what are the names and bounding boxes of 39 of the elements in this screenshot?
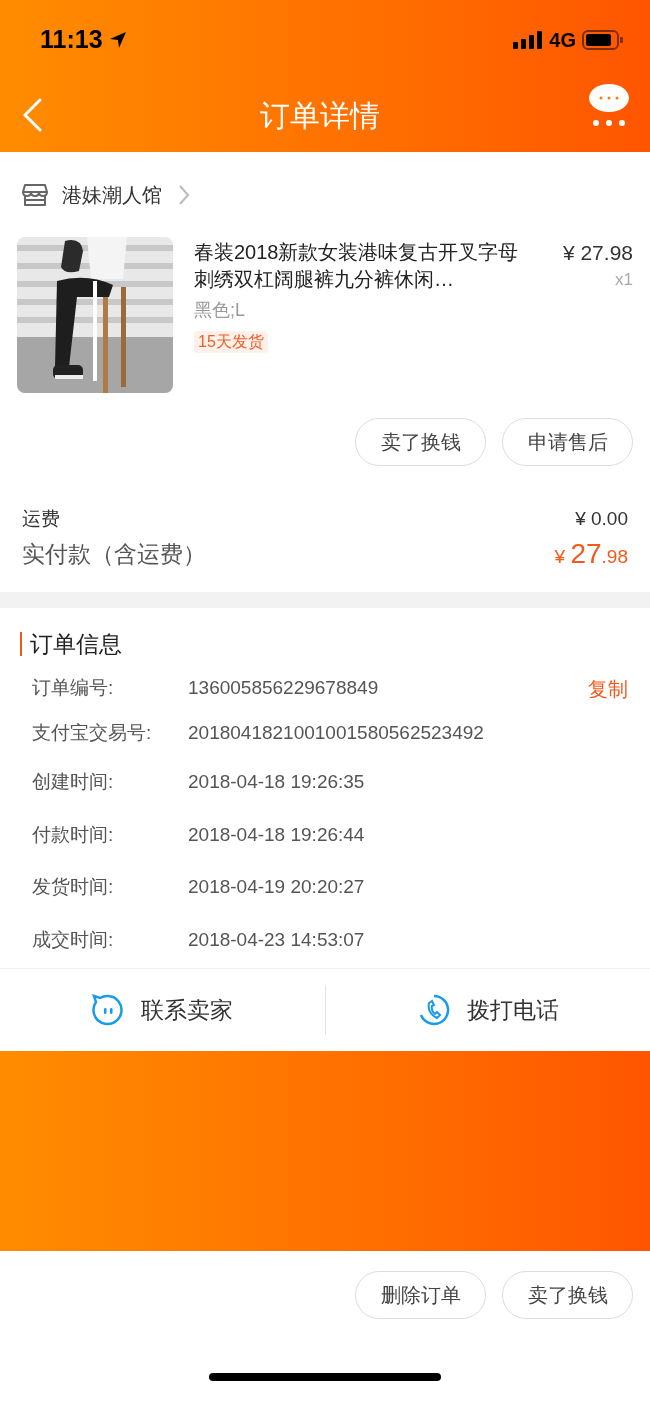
paid-amount: ¥ 27.98 xyxy=(554,537,628,571)
battery-icon xyxy=(582,30,624,50)
shop-link[interactable]: 港妹潮人馆 xyxy=(62,180,190,210)
product-price: ¥ 27.98 xyxy=(562,240,633,266)
shipping-label: 运费 xyxy=(22,506,60,531)
clock-time: 11:13 xyxy=(40,24,103,56)
info-value: 2018-04-18 19:26:35 xyxy=(188,770,366,794)
contact-button[interactable]: 联系卖家 xyxy=(0,969,325,1051)
paid-label: 实付款（含运费） xyxy=(22,539,206,569)
shipping-fee: ¥ 0.00 xyxy=(575,506,628,531)
info-label: 付款时间: xyxy=(32,822,115,847)
info-value: 2018-04-18 19:26:44 xyxy=(188,822,366,847)
action-button[interactable]: 卖了换钱 xyxy=(502,1271,633,1319)
contact-button[interactable]: 拨打电话 xyxy=(324,985,650,1035)
info-value: 136005856229678849 xyxy=(188,676,380,701)
action-button[interactable]: 删除订单 xyxy=(355,1271,486,1319)
info-label: 订单编号: xyxy=(32,676,115,701)
action-button[interactable]: 申请售后 xyxy=(502,418,633,466)
info-label: 发货时间: xyxy=(32,875,115,899)
store-icon xyxy=(22,183,48,207)
shipping-tag: 15天发货 xyxy=(194,331,268,353)
network-label: 4G xyxy=(549,28,576,53)
info-label: 创建时间: xyxy=(32,770,115,794)
action-button[interactable]: 卖了换钱 xyxy=(355,418,486,466)
info-label: 支付宝交易号: xyxy=(32,721,153,746)
page-title: 订单详情 xyxy=(260,97,380,134)
info-value: 2018-04-23 14:53:07 xyxy=(188,927,366,952)
info-label: 成交时间: xyxy=(32,927,115,952)
info-value: 2018041821001001580562523492 xyxy=(188,721,485,746)
chevron-right-icon xyxy=(178,184,190,206)
quantity-label: x1 xyxy=(615,269,633,291)
info-value: 2018-04-19 20:20:27 xyxy=(188,875,366,899)
back-icon xyxy=(22,98,42,132)
location-arrow-icon xyxy=(108,31,127,49)
sku-label: 黑色;L xyxy=(194,299,246,322)
chat-face-icon xyxy=(91,993,126,1027)
product-title[interactable]: 春装2018新款女装港味复古开叉字母刺绣双杠阔腿裤九分裤休闲… xyxy=(194,239,534,293)
section-title: 订单信息 xyxy=(30,629,122,659)
signal-icon xyxy=(513,31,544,49)
